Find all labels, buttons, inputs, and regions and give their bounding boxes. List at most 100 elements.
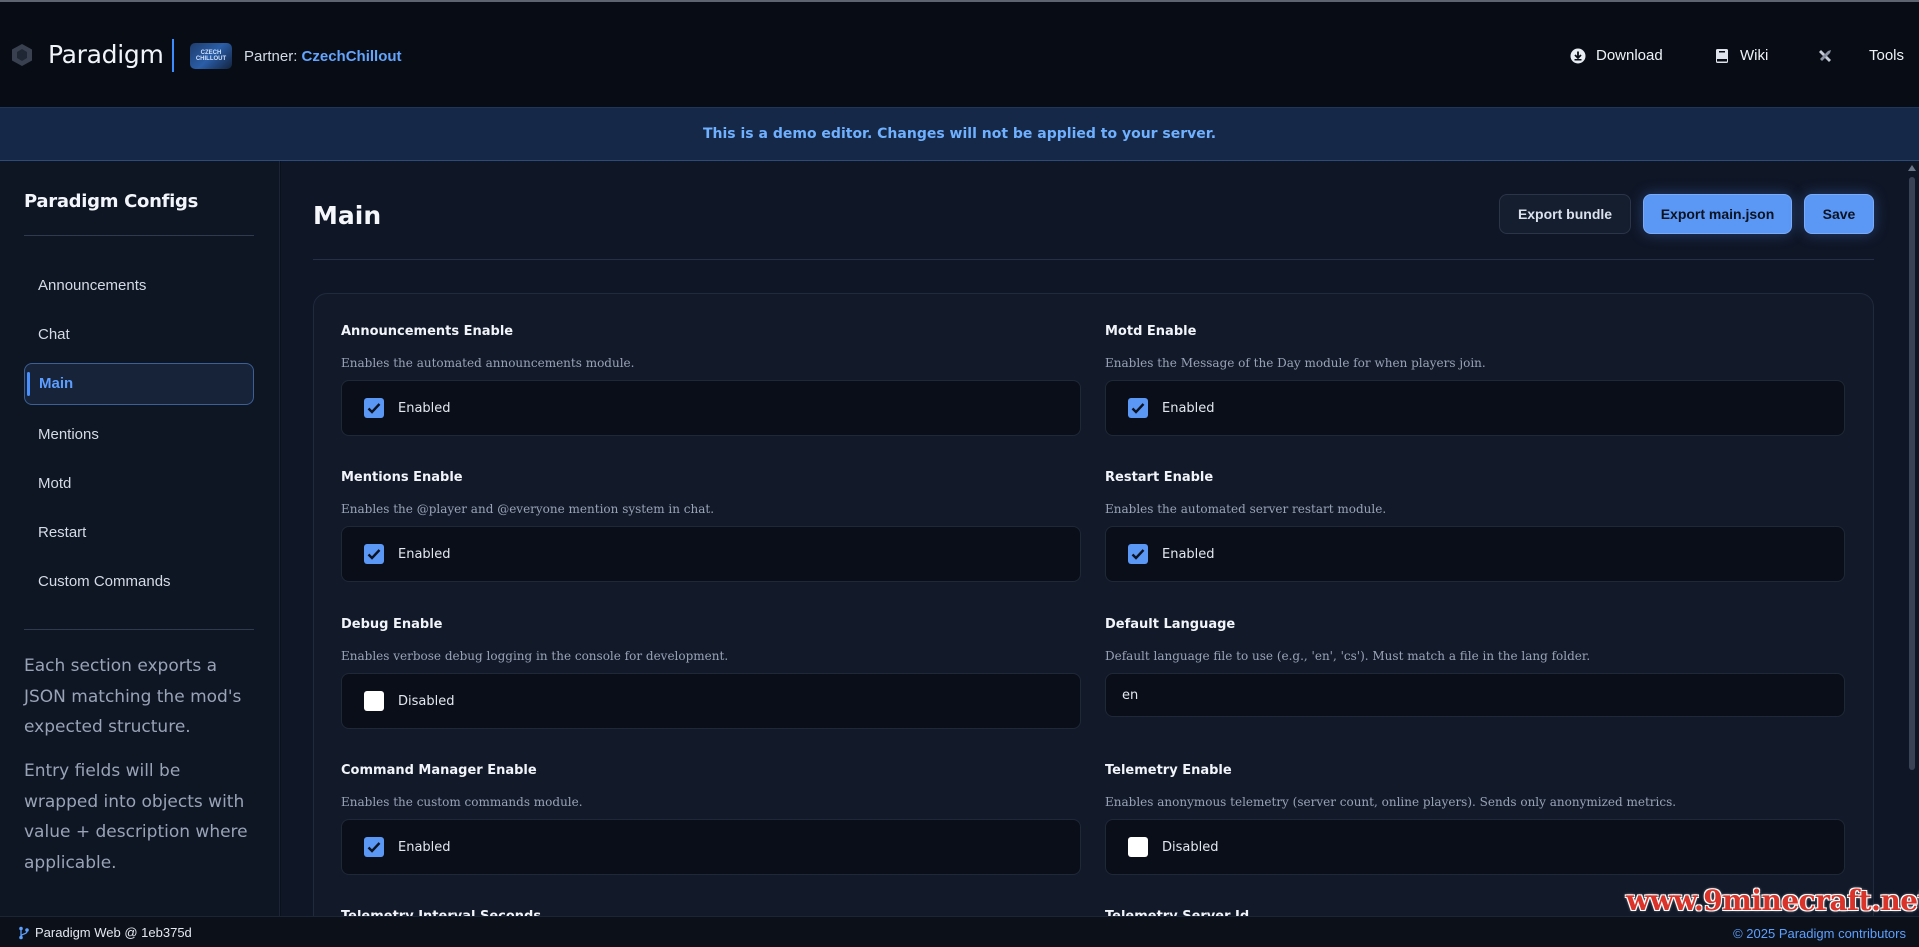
git-branch-icon (18, 926, 30, 940)
demo-banner-text: This is a demo editor. Changes will not … (702, 126, 1217, 142)
field-description: Enables the @player and @everyone mentio… (341, 502, 715, 516)
partner-info: Partner: CzechChillout (244, 48, 402, 65)
tools-icon-button[interactable] (1817, 47, 1843, 63)
sidebar-item-chat[interactable]: Chat (24, 314, 254, 356)
nav-tools[interactable]: Tools (1869, 47, 1904, 64)
export-json-button[interactable]: Export main.json (1643, 194, 1792, 234)
nav-download-label: Download (1596, 47, 1663, 64)
field-debug-enable: Debug Enable Enables verbose debug loggi… (341, 617, 1081, 729)
sidebar-item-restart[interactable]: Restart (24, 512, 254, 554)
brand-divider (172, 39, 174, 72)
main-scrollbar[interactable] (1905, 161, 1919, 916)
field-description: Enables the automated server restart mod… (1105, 502, 1387, 516)
checkbox-label: Enabled (398, 400, 451, 416)
sidebar-divider-bottom (24, 629, 254, 630)
sidebar: Paradigm Configs Announcements Chat Main… (0, 161, 280, 916)
checkbox[interactable] (364, 398, 384, 418)
sidebar-item-main[interactable]: Main (24, 363, 254, 405)
check-icon (367, 549, 381, 560)
field-label: Announcements Enable (341, 324, 514, 339)
field-label: Command Manager Enable (341, 763, 537, 778)
checkbox-row[interactable]: Enabled (341, 380, 1081, 436)
default-language-input[interactable] (1122, 687, 1802, 703)
checkbox-label: Enabled (1162, 546, 1215, 562)
check-icon (367, 842, 381, 853)
brand-link[interactable]: Paradigm (10, 40, 164, 69)
checkbox-row[interactable]: Enabled (1105, 526, 1845, 582)
footer-version[interactable]: Paradigm Web @ 1eb375d (18, 925, 192, 940)
field-announcements-enable: Announcements Enable Enables the automat… (341, 324, 1081, 436)
checkbox-row[interactable]: Enabled (1105, 380, 1845, 436)
field-label: Debug Enable (341, 617, 443, 632)
top-header: Paradigm CZECH CHILLOUT Partner: CzechCh… (0, 2, 1919, 107)
partner-logo[interactable]: CZECH CHILLOUT (190, 43, 232, 69)
download-circle-icon (1570, 48, 1586, 64)
footer-copyright[interactable]: © 2025 Paradigm contributors (1733, 926, 1906, 941)
check-icon (1131, 403, 1145, 414)
sidebar-title: Paradigm Configs (24, 191, 199, 212)
field-label: Telemetry Enable (1105, 763, 1232, 778)
field-description: Enables the Message of the Day module fo… (1105, 356, 1486, 370)
field-command-manager-enable: Command Manager Enable Enables the custo… (341, 763, 1081, 875)
checkbox-label: Enabled (1162, 400, 1215, 416)
field-description: Default language file to use (e.g., 'en'… (1105, 649, 1591, 663)
nav-tools-label: Tools (1869, 47, 1905, 64)
partner-link[interactable]: CzechChillout (302, 48, 402, 65)
field-description: Enables the automated announcements modu… (341, 356, 635, 370)
sidebar-item-custom-commands[interactable]: Custom Commands (24, 561, 254, 603)
check-icon (1131, 549, 1145, 560)
checkbox[interactable] (364, 691, 384, 711)
checkbox-row[interactable]: Disabled (341, 673, 1081, 729)
nav-download[interactable]: Download (1570, 47, 1663, 64)
partner-logo-text: CZECH CHILLOUT (195, 50, 227, 62)
nav-wiki-label: Wiki (1740, 47, 1769, 64)
footer: Paradigm Web @ 1eb375d © 2025 Paradigm c… (0, 916, 1919, 947)
field-restart-enable: Restart Enable Enables the automated ser… (1105, 470, 1845, 582)
sidebar-note: Each section exports a JSON matching the… (24, 656, 242, 737)
nav-wiki[interactable]: Wiki (1714, 47, 1768, 64)
checkbox-row[interactable]: Disabled (1105, 819, 1845, 875)
export-bundle-button[interactable]: Export bundle (1499, 194, 1631, 234)
watermark-logo: www.9minecraft.net (1626, 884, 1919, 917)
footer-version-text: Paradigm Web @ 1eb375d (35, 925, 192, 940)
checkbox[interactable] (1128, 398, 1148, 418)
field-telemetry-enable: Telemetry Enable Enables anonymous telem… (1105, 763, 1845, 875)
checkbox[interactable] (1128, 837, 1148, 857)
checkbox-label: Enabled (398, 839, 451, 855)
checkbox-label: Disabled (1162, 839, 1219, 855)
text-input-box[interactable] (1105, 673, 1845, 717)
brand-name: Paradigm (48, 40, 164, 69)
field-description: Enables verbose debug logging in the con… (341, 649, 729, 663)
checkbox-label: Enabled (398, 546, 451, 562)
sidebar-item-announcements[interactable]: Announcements (24, 265, 254, 307)
hexagon-logo-icon (12, 43, 32, 66)
checkbox-row[interactable]: Enabled (341, 526, 1081, 582)
sidebar-item-mentions[interactable]: Mentions (24, 414, 254, 456)
checkbox[interactable] (1128, 544, 1148, 564)
field-label: Mentions Enable (341, 470, 463, 485)
field-description: Enables anonymous telemetry (server coun… (1105, 795, 1677, 809)
checkbox[interactable] (364, 544, 384, 564)
checkbox-row[interactable]: Enabled (341, 819, 1081, 875)
field-label: Restart Enable (1105, 470, 1214, 485)
sidebar-note: Entry fields will be wrapped into object… (24, 761, 248, 873)
check-icon (367, 403, 381, 414)
save-button[interactable]: Save (1804, 194, 1874, 234)
sidebar-divider (24, 235, 254, 236)
scroll-thumb[interactable] (1909, 177, 1915, 770)
page-title: Main (313, 201, 382, 230)
field-label: Motd Enable (1105, 324, 1197, 339)
title-divider (313, 259, 1874, 260)
tools-icon (1817, 47, 1833, 63)
field-description: Enables the custom commands module. (341, 795, 583, 809)
checkbox[interactable] (364, 837, 384, 857)
book-icon (1714, 48, 1730, 64)
field-label: Default Language (1105, 617, 1236, 632)
checkbox-label: Disabled (398, 693, 455, 709)
sidebar-item-motd[interactable]: Motd (24, 463, 254, 505)
main-content: Main Export bundle Export main.json Save… (281, 161, 1919, 933)
partner-prefix: Partner: (244, 48, 298, 65)
field-motd-enable: Motd Enable Enables the Message of the D… (1105, 324, 1845, 436)
scroll-up-arrow-icon[interactable] (1908, 165, 1916, 171)
field-mentions-enable: Mentions Enable Enables the @player and … (341, 470, 1081, 582)
